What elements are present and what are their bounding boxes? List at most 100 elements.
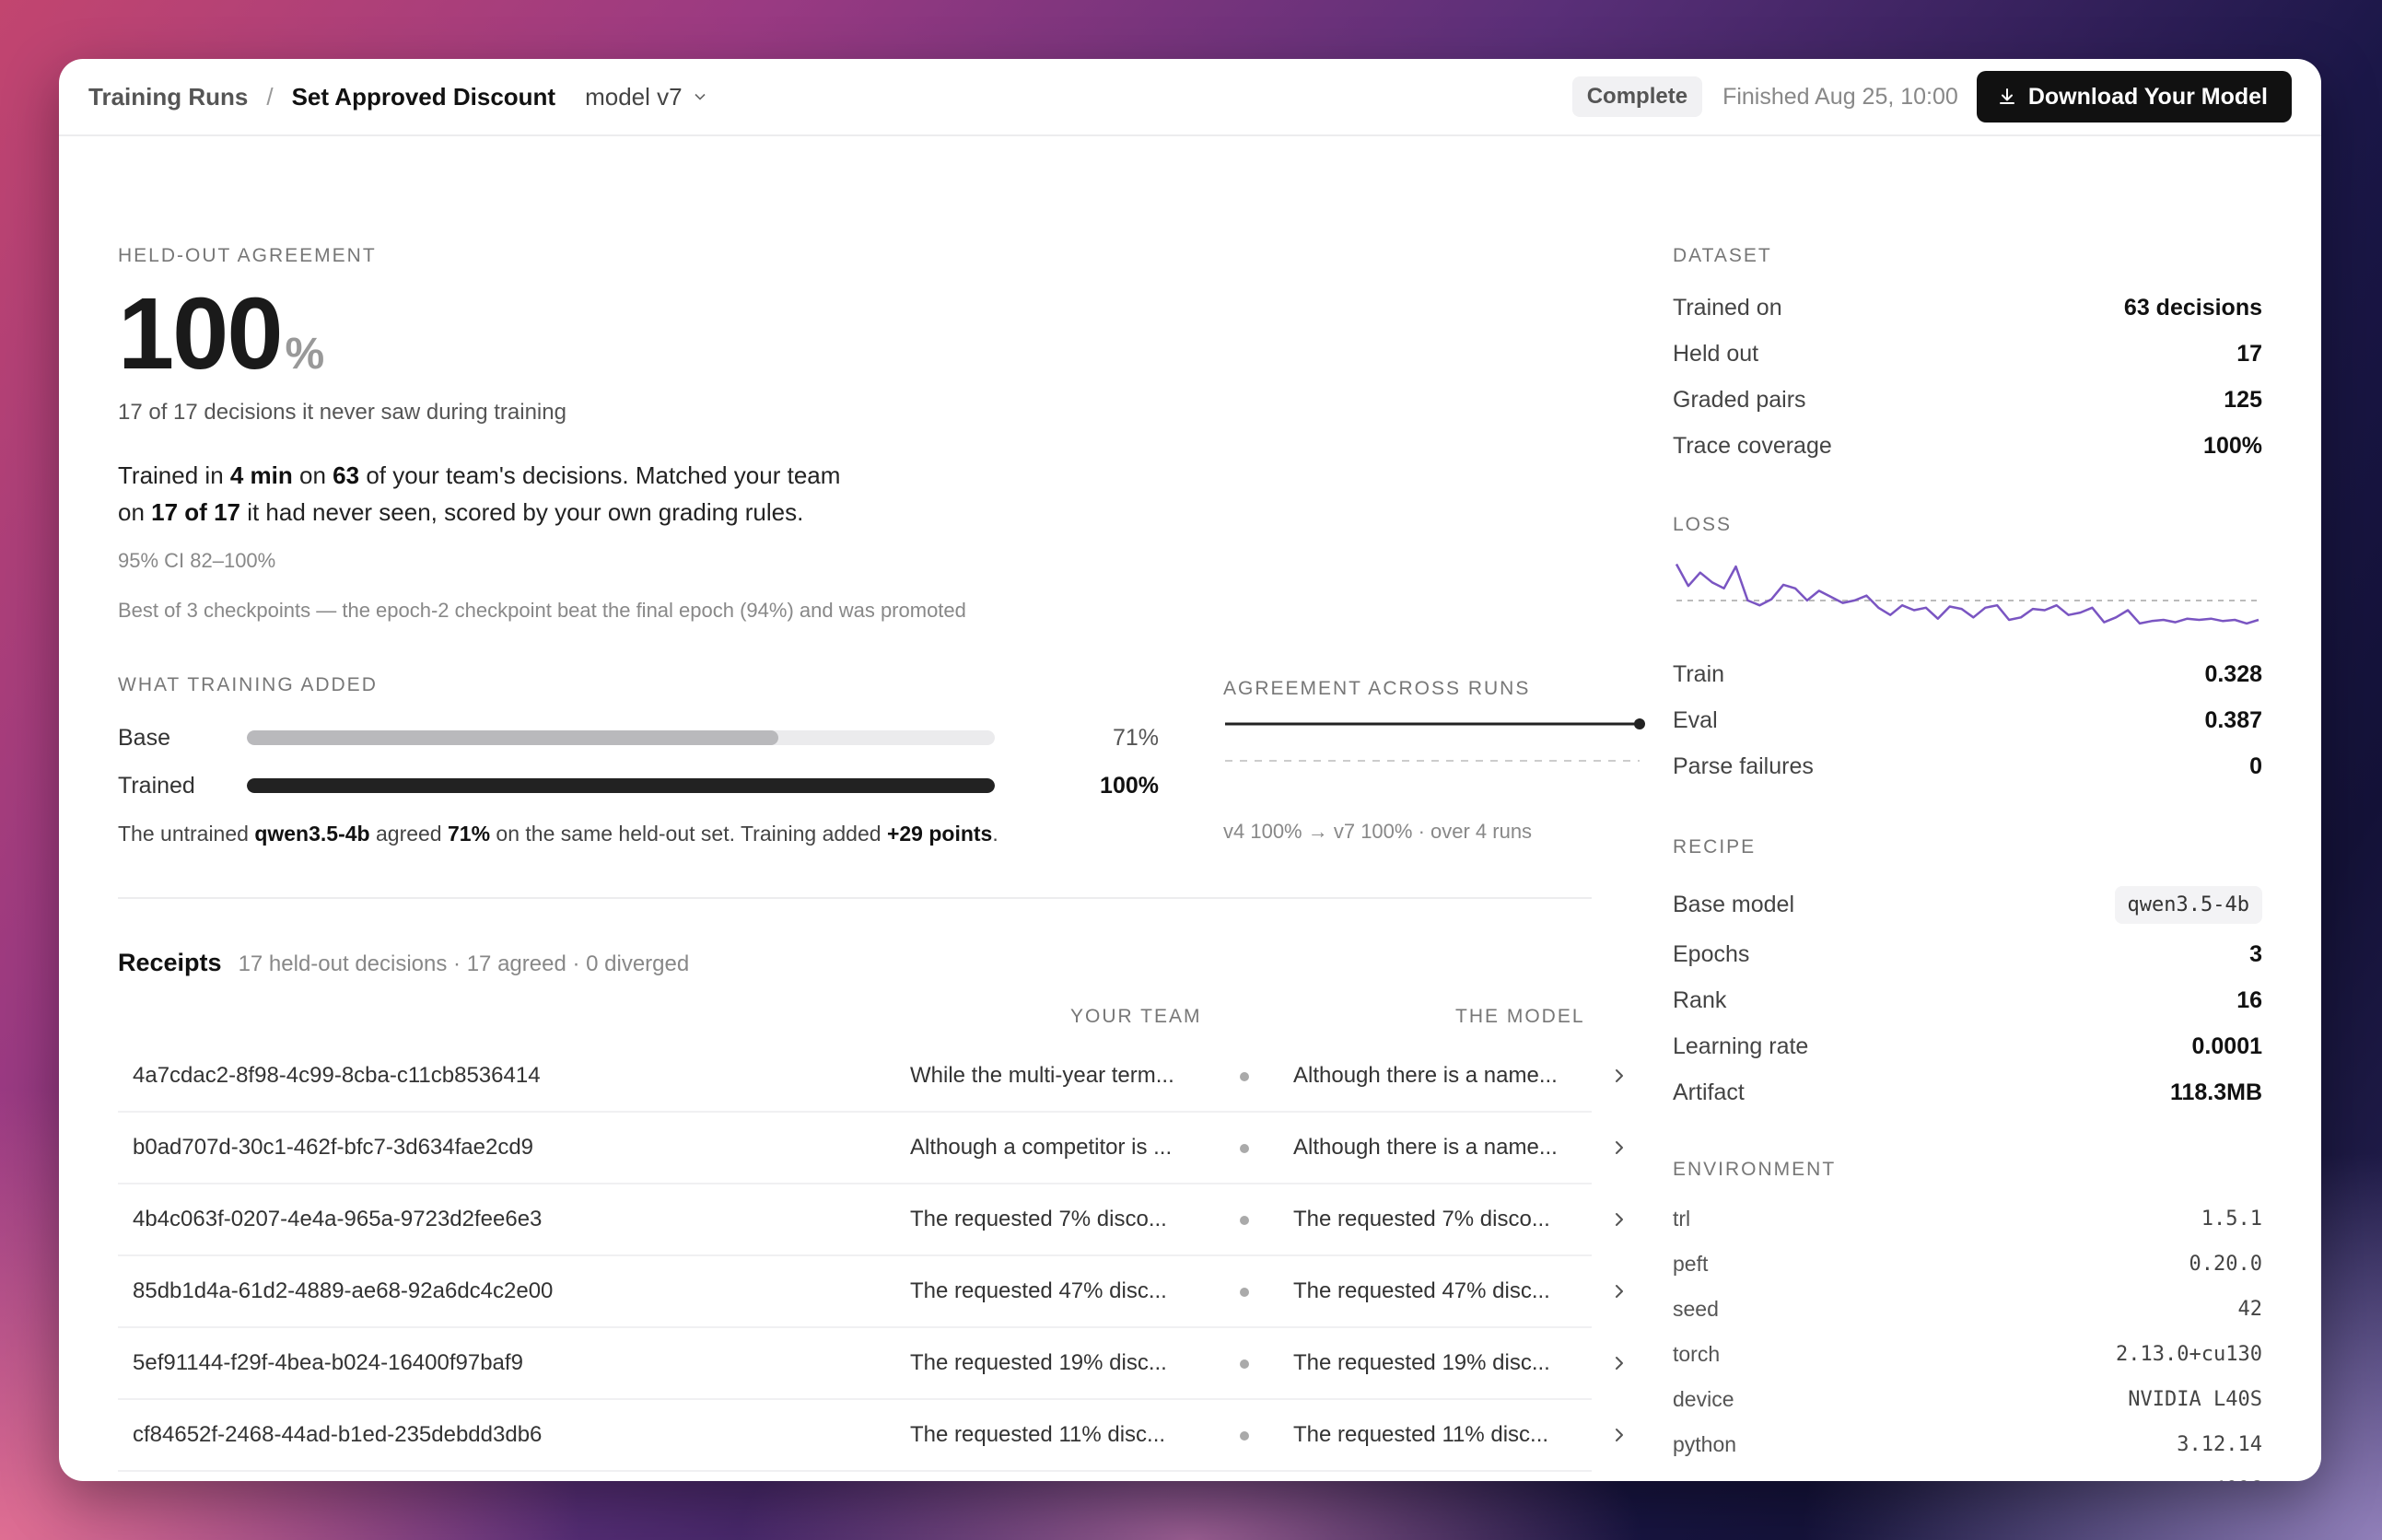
chevron-right-icon <box>1616 1357 1623 1370</box>
stat-value: 63 decisions <box>2123 295 2262 321</box>
agreement-dot-icon <box>1240 1431 1249 1441</box>
trained-bar-label: Trained <box>118 772 195 799</box>
stat-row: maxLength 4096 <box>1673 1477 2262 1481</box>
receipt-row[interactable]: 976dc6c1-98c7-4bda-9568-606fe86b0d76The … <box>118 1472 1592 1481</box>
chevron-right-icon <box>1616 1285 1623 1298</box>
agreement-dot-icon <box>1240 1359 1249 1369</box>
receipt-model-decision: The requested 19% disc... <box>1293 1350 1550 1375</box>
receipt-team-decision: The requested 11% disc... <box>910 1422 1166 1447</box>
base-model-key: Base model <box>1673 892 1795 917</box>
stat-value: 100% <box>2203 433 2262 459</box>
top-bar-right: Complete Finished Aug 25, 10:00 Download… <box>1571 71 2292 122</box>
base-model-value: qwen3.5-4b <box>2114 886 2262 924</box>
checkpoint-note: Best of 3 checkpoints — the epoch-2 chec… <box>118 599 966 622</box>
stat-key: trl <box>1673 1207 1691 1231</box>
stat-key: Eval <box>1673 707 1718 733</box>
stat-key: device <box>1673 1387 1734 1411</box>
receipt-id: b0ad707d-30c1-462f-bfc7-3d634fae2cd9 <box>133 1135 534 1160</box>
breadcrumb-training-runs[interactable]: Training Runs <box>88 83 248 111</box>
col-head-the-model: THE MODEL <box>1455 1006 1585 1027</box>
breadcrumb-separator: / <box>266 82 274 111</box>
loss-chart <box>1675 563 2259 625</box>
page-title: Set Approved Discount <box>291 82 556 111</box>
stat-key: torch <box>1673 1342 1721 1366</box>
stat-key: Parse failures <box>1673 753 1814 779</box>
base-bar-value: 71% <box>1112 724 1159 751</box>
receipt-row[interactable]: b0ad707d-30c1-462f-bfc7-3d634fae2cd9 Alth… <box>118 1113 1623 1184</box>
receipts-summary: 17 held-out decisions · 17 agreed · 0 di… <box>238 951 690 976</box>
stat-row: Eval 0.387 <box>1673 707 2262 734</box>
agreement-unit: % <box>285 330 325 379</box>
across-runs-label: AGREEMENT ACROSS RUNS <box>1223 678 1531 699</box>
model-version-label: model v7 <box>585 82 683 111</box>
stat-key: Epochs <box>1673 941 1750 967</box>
training-added-note: The untrained qwen3.5-4b agreed 71% on t… <box>118 822 998 846</box>
receipt-team-decision: The requested 19% disc... <box>910 1350 1167 1375</box>
confidence-interval: 95% CI 82–100% <box>118 549 276 572</box>
training-summary: Trained in 4 min on 63 of your team's de… <box>118 457 1039 531</box>
receipt-team-decision: The requested 7% disco... <box>910 1207 1167 1231</box>
receipt-team-decision: The requested 47% disc... <box>910 1278 1167 1303</box>
recipe-label: RECIPE <box>1673 836 1757 858</box>
stat-value: 16 <box>2236 987 2262 1013</box>
receipt-id: 5ef91144-f29f-4bea-b024-16400f97baf9 <box>133 1350 523 1375</box>
stat-row: Epochs 3 <box>1673 941 2262 968</box>
trained-bar-track <box>247 778 995 793</box>
stat-value: 2.13.0+cu130 <box>2116 1343 2262 1366</box>
stat-row: Train 0.328 <box>1673 661 2262 688</box>
stat-row: device NVIDIA L40S <box>1673 1387 2262 1412</box>
base-bar-track <box>247 730 995 745</box>
model-version-select[interactable]: model v7 <box>585 83 706 111</box>
stat-key: seed <box>1673 1297 1719 1321</box>
stat-key: Graded pairs <box>1673 387 1806 413</box>
chevron-right-icon <box>1616 1213 1623 1226</box>
base-bar-row: Base 71% <box>118 724 1159 752</box>
receipt-id: 85db1d4a-61d2-4889-ae68-92a6dc4c2e00 <box>133 1278 554 1303</box>
stat-key: Held out <box>1673 341 1759 367</box>
stat-row: peft 0.20.0 <box>1673 1252 2262 1277</box>
receipt-team-decision: Although a competitor is ... <box>910 1135 1173 1160</box>
receipt-id: 4a7cdac2-8f98-4c99-8cba-c11cb8536414 <box>133 1063 541 1088</box>
receipt-model-decision: Although there is a name... <box>1293 1063 1558 1088</box>
receipt-model-decision: The requested 11% disc... <box>1293 1422 1549 1447</box>
chevron-right-icon <box>1616 1069 1623 1082</box>
stat-row: trl 1.5.1 <box>1673 1207 2262 1231</box>
finished-timestamp: Finished Aug 25, 10:00 <box>1722 83 1958 110</box>
col-head-your-team: YOUR TEAM <box>1070 1006 1202 1027</box>
receipt-model-decision: The requested 47% disc... <box>1293 1278 1550 1303</box>
dataset-label: DATASET <box>1673 245 1772 266</box>
base-bar-fill <box>247 730 778 745</box>
side-panel: DATASET Trained on 63 decisions Held out 17… <box>1673 136 2262 1481</box>
receipt-row[interactable]: 85db1d4a-61d2-4889-ae68-92a6dc4c2e00 The … <box>118 1256 1623 1328</box>
stat-value: 0.328 <box>2204 661 2262 687</box>
loss-series-line <box>1675 563 2259 625</box>
stat-row: Trained on 63 decisions <box>1673 295 2262 321</box>
stat-row: python 3.12.14 <box>1673 1432 2262 1457</box>
stat-value: 17 <box>2236 341 2262 367</box>
stat-row: Parse failures 0 <box>1673 753 2262 780</box>
stat-key: Train <box>1673 661 1725 687</box>
stat-key: python <box>1673 1432 1737 1456</box>
stat-value: 0 <box>2249 753 2262 779</box>
stat-value: 0.20.0 <box>2189 1253 2262 1276</box>
receipt-row[interactable]: 4a7cdac2-8f98-4c99-8cba-c11cb8536414 Whil… <box>118 1041 1623 1113</box>
across-runs-sparkline <box>1225 718 1645 762</box>
trained-bar-fill <box>247 778 995 793</box>
status-badge: Complete <box>1571 76 1703 117</box>
app-window: Training Runs / Set Approved Discount mo… <box>59 59 2321 1481</box>
stat-value: 125 <box>2224 387 2262 413</box>
receipt-row[interactable]: 5ef91144-f29f-4bea-b024-16400f97baf9 The … <box>118 1328 1623 1400</box>
main-panel: HELD-OUT AGREEMENT 100% 17 of 17 decisio… <box>118 136 1652 1481</box>
download-model-button[interactable]: Download Your Model <box>1976 71 2292 122</box>
stat-row: Rank 16 <box>1673 987 2262 1014</box>
stat-key: Learning rate <box>1673 1033 1809 1059</box>
base-bar-label: Base <box>118 724 170 751</box>
stat-row: Graded pairs 125 <box>1673 387 2262 414</box>
receipt-row[interactable]: 4b4c063f-0207-4e4a-965a-9723d2fee6e3 The … <box>118 1184 1623 1256</box>
stat-key: Trained on <box>1673 295 1782 321</box>
trained-bar-row: Trained 100% <box>118 772 1159 799</box>
download-model-label: Download Your Model <box>2027 83 2268 110</box>
stat-row: seed 42 <box>1673 1297 2262 1322</box>
stat-row: Artifact 118.3MB <box>1673 1079 2262 1106</box>
receipt-row[interactable]: cf84652f-2468-44ad-b1ed-235debdd3db6 The … <box>118 1400 1623 1472</box>
